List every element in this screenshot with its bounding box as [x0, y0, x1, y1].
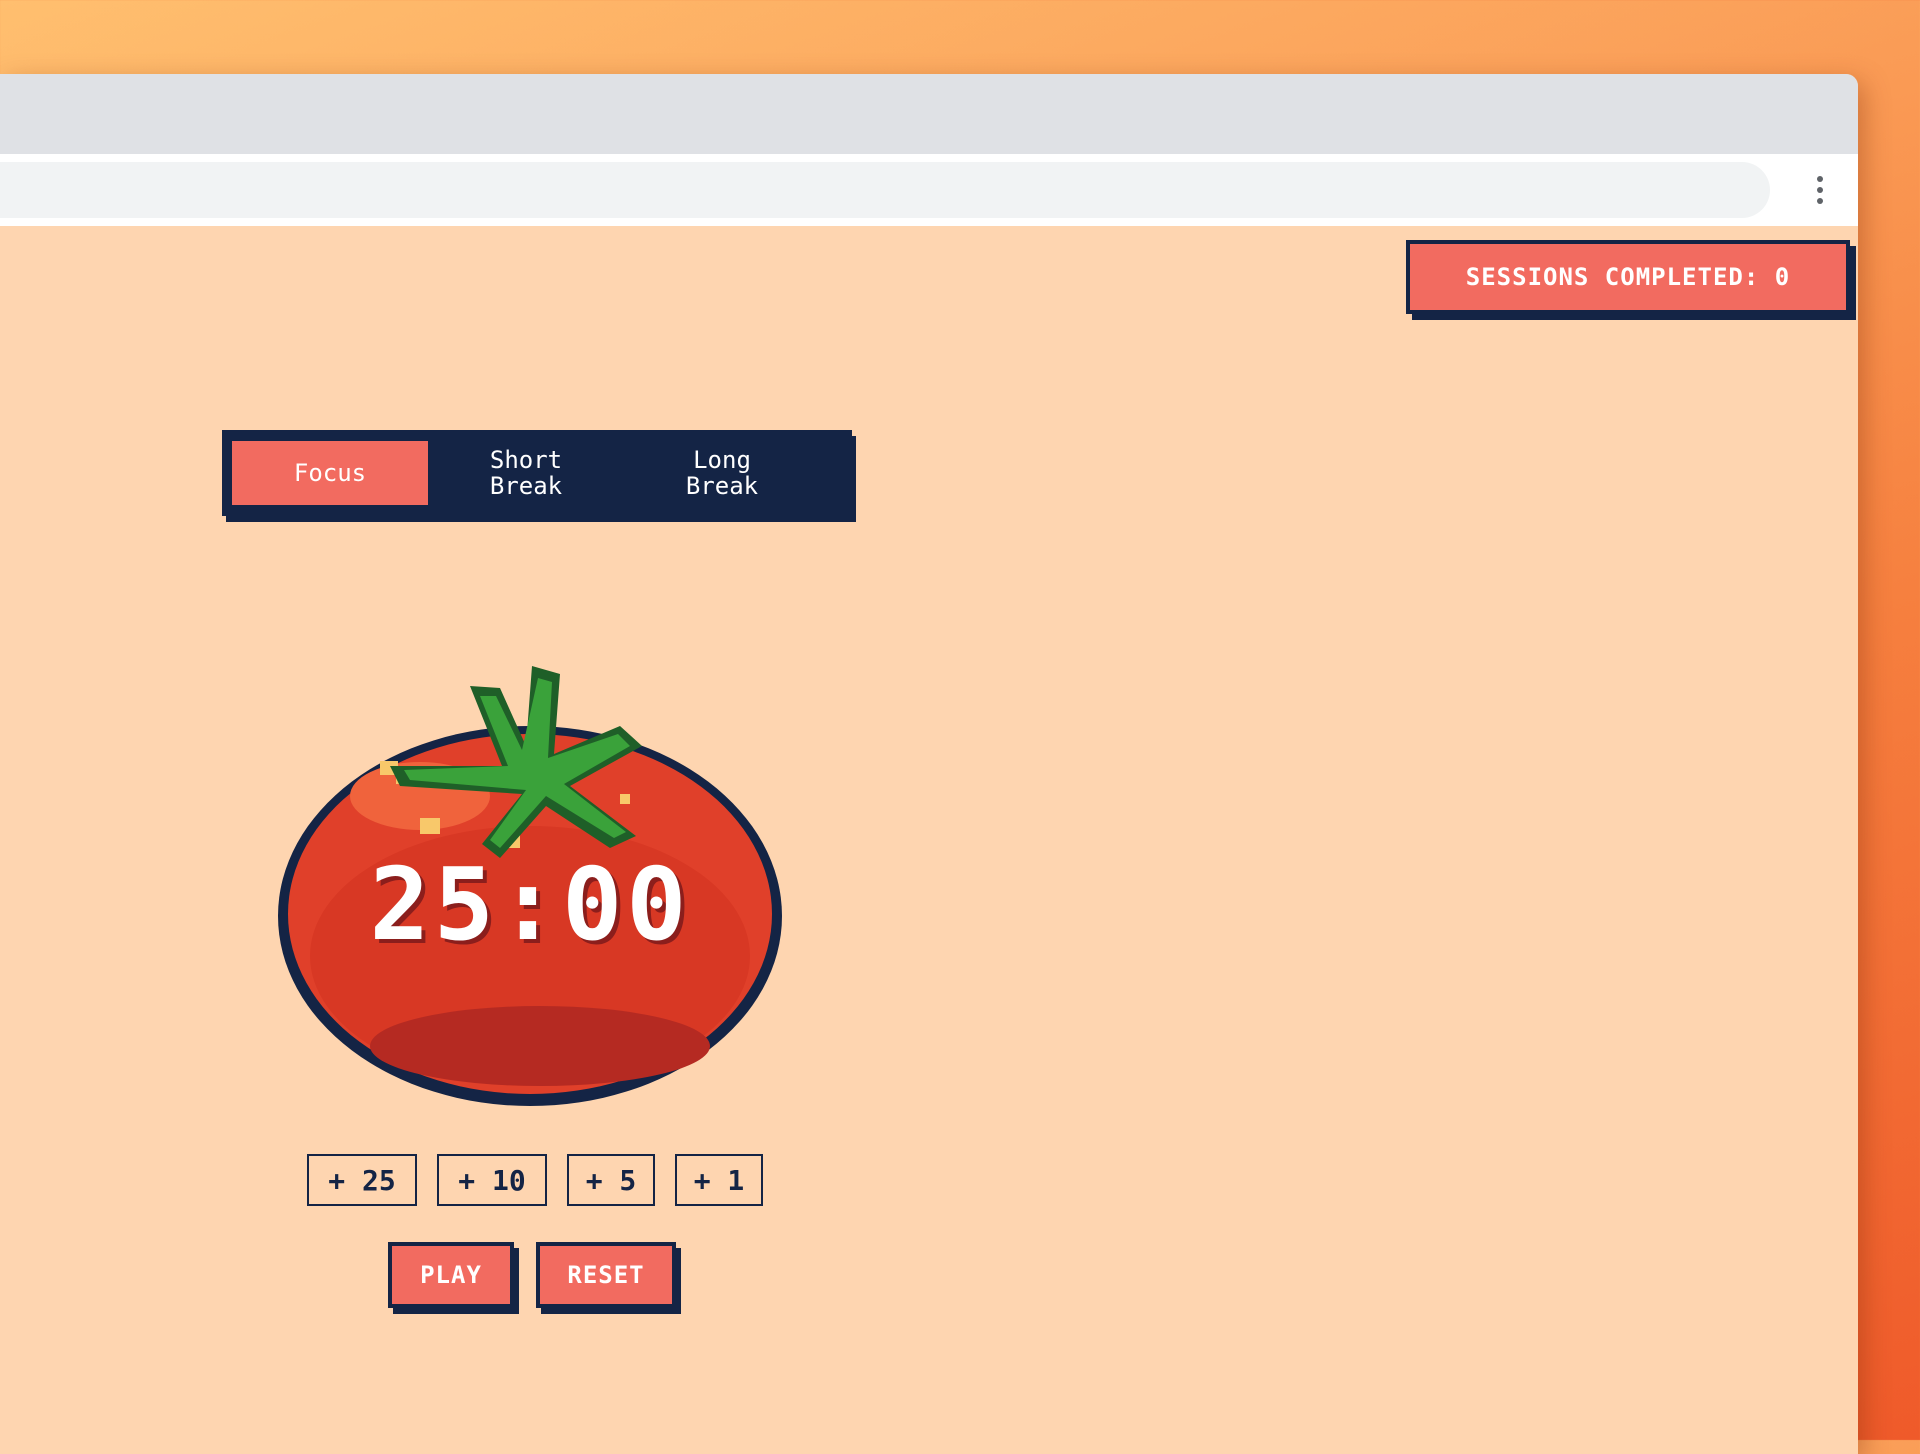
mode-tabs: Focus Short Break Long Break: [222, 430, 852, 516]
address-bar[interactable]: [0, 162, 1770, 218]
sessions-completed-badge: SESSIONS COMPLETED: 0: [1406, 240, 1850, 314]
browser-tab-strip: [0, 74, 1858, 154]
timer-display: 25:00: [369, 846, 691, 963]
tab-long-break[interactable]: Long Break: [624, 441, 820, 505]
tab-short-break-line2: Break: [489, 472, 563, 500]
sessions-count: 0: [1774, 263, 1791, 291]
add-10-button[interactable]: + 10: [437, 1154, 547, 1206]
tab-short-break-line1: Short: [489, 446, 563, 474]
timer-controls: PLAY RESET: [388, 1242, 676, 1308]
add-1-button[interactable]: + 1: [675, 1154, 763, 1206]
play-button[interactable]: PLAY: [388, 1242, 514, 1308]
sessions-label: SESSIONS COMPLETED:: [1465, 263, 1760, 291]
browser-window: SESSIONS COMPLETED: 0 Focus Short Break …: [0, 74, 1858, 1454]
tab-long-break-line2: Break: [685, 472, 759, 500]
add-5-button[interactable]: + 5: [567, 1154, 655, 1206]
browser-toolbar: [0, 154, 1858, 226]
kebab-menu-icon[interactable]: [1814, 176, 1826, 208]
add-time-buttons: + 25 + 10 + 5 + 1: [307, 1154, 763, 1206]
page-content: SESSIONS COMPLETED: 0 Focus Short Break …: [0, 226, 1858, 1454]
add-25-button[interactable]: + 25: [307, 1154, 417, 1206]
reset-button[interactable]: RESET: [536, 1242, 676, 1308]
tab-focus-label: Focus: [293, 459, 367, 487]
tab-focus[interactable]: Focus: [232, 441, 428, 505]
tab-long-break-line1: Long: [693, 446, 751, 474]
tab-short-break[interactable]: Short Break: [428, 441, 624, 505]
